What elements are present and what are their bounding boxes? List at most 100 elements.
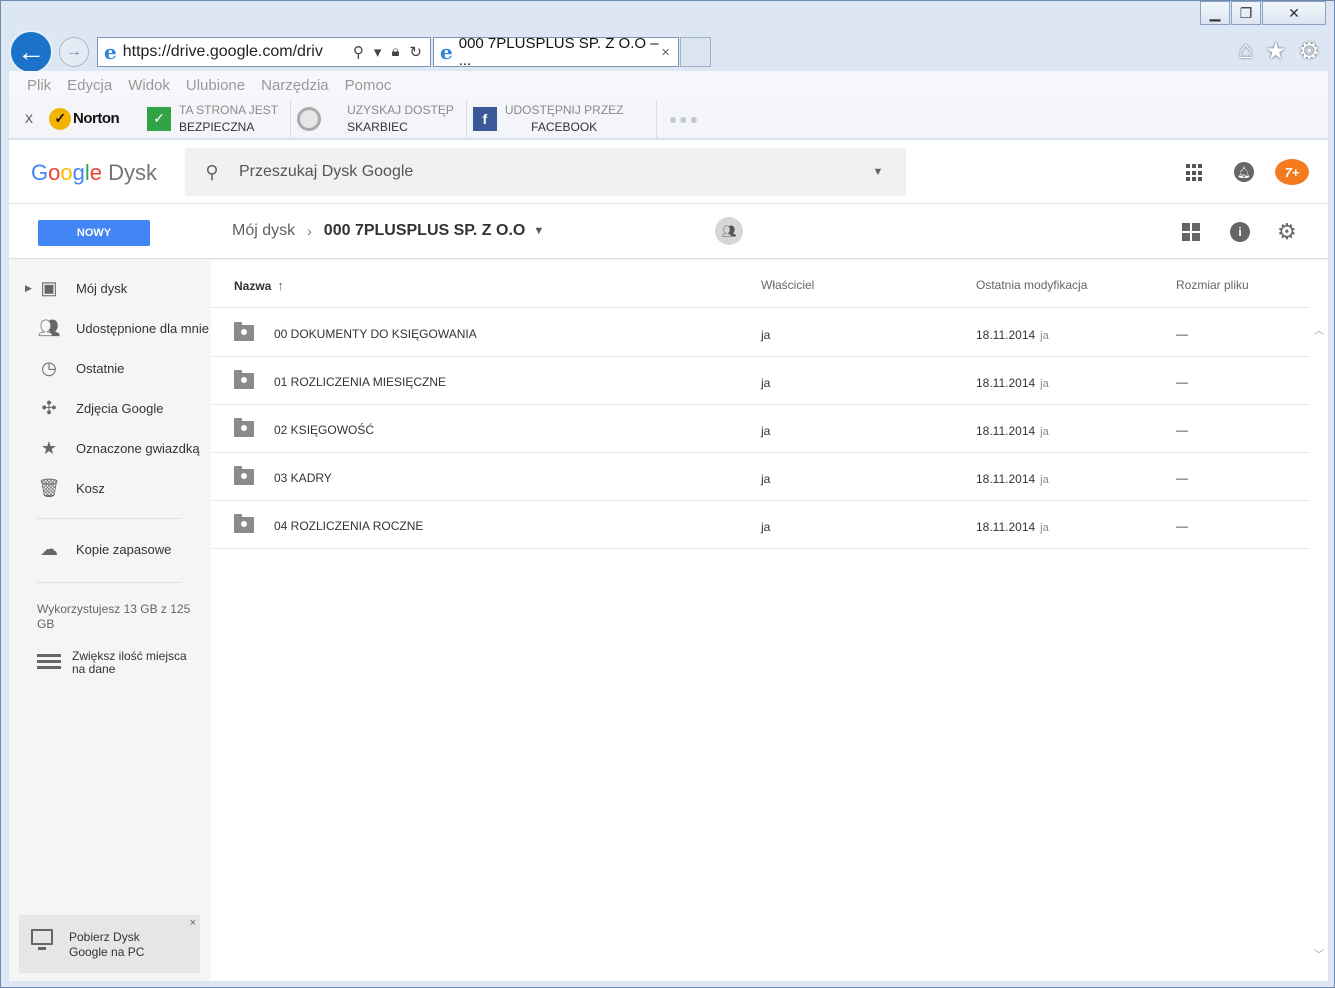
notifications-bell-icon[interactable]: 🔔︎ [1234,162,1254,182]
search-icon[interactable]: ⚲ [353,43,364,61]
scroll-up-icon[interactable]: ︿ [1314,322,1324,337]
chevron-right-icon: › [307,223,312,239]
sidebar-item-label: Oznaczone gwiazdką [76,440,200,456]
search-options-icon[interactable]: ▼ [850,166,906,178]
ie-toolbar-icons: ⌂ ★ ⚙ [1238,37,1320,66]
table-row[interactable]: 01 ROZLICZENIA MIESIĘCZNE ja 18.11.2014 j… [212,357,1310,405]
file-modified-date: 18.11.2014 [976,376,1036,390]
sidebar-item-backups[interactable]: ☁ Kopie zapasowe [9,529,211,569]
breadcrumb: Mój dysk › 000 7PLUSPLUS SP. Z O.O ▼ [232,222,544,240]
people-icon: 👥︎ [37,317,61,338]
forward-button[interactable]: → [59,37,89,67]
sort-up-icon[interactable]: ↑ [277,278,284,293]
safe-site-line2: BEZPIECZNA [179,119,255,134]
file-size: — [1176,471,1188,485]
sidebar-item-shared[interactable]: 👥︎ Udostępnione dla mnie [9,308,211,348]
sidebar-item-recent[interactable]: ◷ Ostatnie [9,348,211,388]
safe-site-button[interactable]: ✓ TA STRONA JEST BEZPIECZNA [141,99,292,138]
column-header-size[interactable]: Rozmiar pliku [1176,278,1249,292]
favorites-star-icon[interactable]: ★ [1265,37,1287,66]
norton-brand: Norton [73,110,120,127]
menu-item-plik[interactable]: Plik [27,77,51,94]
drive-logo[interactable]: Google Dysk [31,160,157,186]
tab-close-icon[interactable]: × [661,44,670,61]
address-field[interactable]: e https://drive.google.com/driv ⚲ ▾ 🔒︎ ↻ [97,37,431,67]
file-modified-by: ja [1040,378,1049,390]
new-button[interactable]: NOWY [38,220,150,246]
avatar[interactable]: 7+ [1275,159,1309,185]
column-header-modified[interactable]: Ostatnia modyfikacja [976,278,1087,292]
file-list: Nazwa ↑ Właściciel Ostatnia modyfikacja R… [212,260,1310,981]
shared-folder-icon [234,322,254,341]
back-arrow-icon: ← [17,36,45,67]
forward-arrow-icon: → [66,43,82,60]
file-modified-date: 18.11.2014 [976,520,1036,534]
search-input[interactable] [239,163,850,181]
scroll-down-icon[interactable]: ﹀ [1314,946,1324,961]
file-modified-date: 18.11.2014 [976,472,1036,486]
column-header-owner[interactable]: Właściciel [761,278,814,292]
tab-title: 000 7PLUSPLUS SP. Z O.O – ... [458,35,659,69]
breadcrumb-current[interactable]: 000 7PLUSPLUS SP. Z O.O [324,222,526,240]
minimize-button[interactable]: ▁ [1200,1,1230,25]
menu-item-widok[interactable]: Widok [128,77,170,94]
gear-icon[interactable]: ⚙ [1298,37,1320,66]
vault-button[interactable]: UZYSKAJ DOSTĘP SKARBIEC [291,99,467,138]
sidebar-item-trash[interactable]: 🗑︎ Kosz [9,468,211,508]
grid-view-icon[interactable] [1182,223,1200,241]
download-drive-card[interactable]: Pobierz Dysk Google na PC × [19,915,200,973]
safe-site-line1: TA STRONA JEST [179,102,279,117]
close-window-button[interactable]: ✕ [1262,1,1326,25]
shared-folder-icon [234,514,254,533]
file-modified-by: ja [1040,474,1049,486]
address-text[interactable]: https://drive.google.com/driv [123,43,353,61]
facebook-icon: f [472,106,497,131]
sidebar-divider [37,582,182,583]
back-button[interactable]: ← [9,30,53,74]
file-owner: ja [761,376,771,390]
facebook-share-button[interactable]: f UDOSTĘPNIJ PRZEZ FACEBOOK [467,99,657,138]
table-row[interactable]: 03 KADRY ja 18.11.2014 ja — [212,453,1310,501]
more-options-icon[interactable]: ●●● [657,111,700,127]
dropdown-icon[interactable]: ▾ [374,43,382,61]
upgrade-storage-label: Zwiększ ilość miejsca na dane [72,649,187,676]
chevron-down-icon[interactable]: ▼ [533,225,544,237]
table-row[interactable]: 00 DOKUMENTY DO KSIĘGOWANIA ja 18.11.201… [212,309,1310,357]
table-row[interactable]: 04 ROZLICZENIA ROCZNE ja 18.11.2014 ja — [212,501,1310,549]
sidebar-item-photos[interactable]: ✣ Zdjęcia Google [9,388,211,428]
home-icon[interactable]: ⌂ [1238,37,1253,66]
info-icon[interactable]: i [1230,222,1250,242]
tab-drive[interactable]: e 000 7PLUSPLUS SP. Z O.O – ... × [433,35,679,69]
norton-logo[interactable]: ✓ Norton [49,107,141,130]
search-icon[interactable]: ⚲ [185,162,239,183]
menu-bar: Plik Edycja Widok Ulubione Narzędzia Pom… [9,71,1328,99]
new-tab-button[interactable] [680,37,711,67]
close-icon[interactable]: × [190,917,196,929]
shared-folder-icon[interactable]: 👥︎ [715,217,743,245]
upgrade-storage-link[interactable]: Zwiększ ilość miejsca na dane [9,648,211,684]
file-owner: ja [761,472,771,486]
menu-item-ulubione[interactable]: Ulubione [186,77,245,94]
menu-item-edycja[interactable]: Edycja [67,77,112,94]
norton-toolbar: x ✓ Norton ✓ TA STRONA JEST BEZPIECZNA U… [9,99,1328,139]
sidebar-item-starred[interactable]: ★ Oznaczone gwiazdką [9,428,211,468]
file-modified: 18.11.2014 ja [976,328,1049,342]
file-owner: ja [761,520,771,534]
drive-icon: ▣ [40,277,58,298]
scrollbar[interactable]: ︿ ﹀ [1311,260,1328,981]
apps-grid-icon[interactable] [1186,164,1204,182]
settings-gear-icon[interactable]: ⚙ [1277,219,1297,245]
toolbar-close-button[interactable]: x [9,110,49,128]
menu-item-pomoc[interactable]: Pomoc [345,77,392,94]
refresh-icon[interactable]: ↻ [409,43,422,61]
file-modified: 18.11.2014 ja [976,424,1049,438]
expand-arrow-icon[interactable]: ▶ [25,283,32,294]
lock-icon[interactable]: 🔒︎ [391,43,399,61]
file-name: 02 KSIĘGOWOŚĆ [274,423,375,437]
sidebar-item-my-drive[interactable]: ▶ ▣ Mój dysk [9,268,211,308]
menu-item-narzedzia[interactable]: Narzędzia [261,77,329,94]
column-header-name[interactable]: Nazwa ↑ [234,278,284,293]
breadcrumb-root[interactable]: Mój dysk [232,222,295,240]
restore-button[interactable]: ❐ [1231,1,1261,25]
table-row[interactable]: 02 KSIĘGOWOŚĆ ja 18.11.2014 ja — [212,405,1310,453]
